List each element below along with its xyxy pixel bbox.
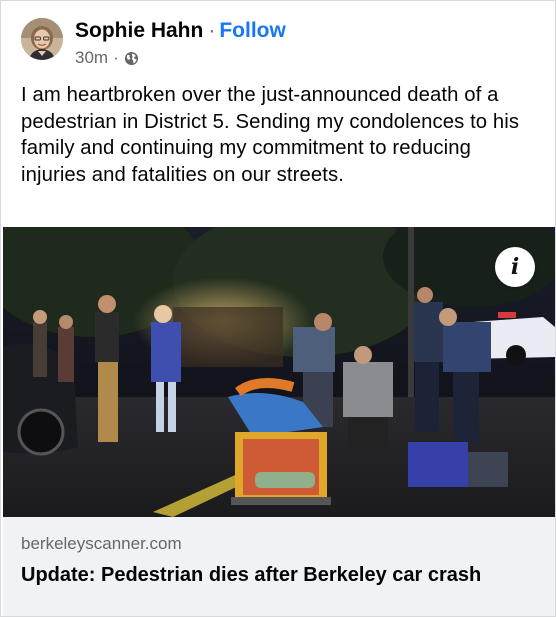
name-separator: · — [208, 19, 216, 42]
author-name[interactable]: Sophie Hahn — [75, 19, 203, 42]
link-domain: berkeleyscanner.com — [21, 534, 182, 553]
post-photo[interactable]: i — [3, 227, 555, 517]
post-timestamp[interactable]: 30m — [75, 48, 108, 68]
link-title[interactable]: Update: Pedestrian dies after Berkeley c… — [21, 562, 521, 588]
globe-icon[interactable] — [124, 51, 139, 66]
author-line: Sophie Hahn · Follow — [75, 18, 286, 44]
link-preview[interactable]: berkeleyscanner.com Update: Pedestrian d… — [3, 517, 555, 616]
post-meta: 30m · — [75, 48, 139, 68]
post-body-text: I am heartbroken over the just-announced… — [21, 84, 520, 186]
info-button[interactable]: i — [495, 247, 535, 287]
night-scene-image — [3, 227, 555, 517]
facebook-post-card: Sophie Hahn · Follow 30m · I am heartbroke… — [0, 0, 556, 617]
follow-button[interactable]: Follow — [219, 19, 286, 42]
meta-separator: · — [113, 48, 119, 67]
post-header: Sophie Hahn · Follow 30m · — [21, 17, 535, 69]
info-icon: i — [510, 254, 520, 280]
avatar-image — [21, 18, 63, 60]
author-avatar[interactable] — [21, 18, 63, 60]
